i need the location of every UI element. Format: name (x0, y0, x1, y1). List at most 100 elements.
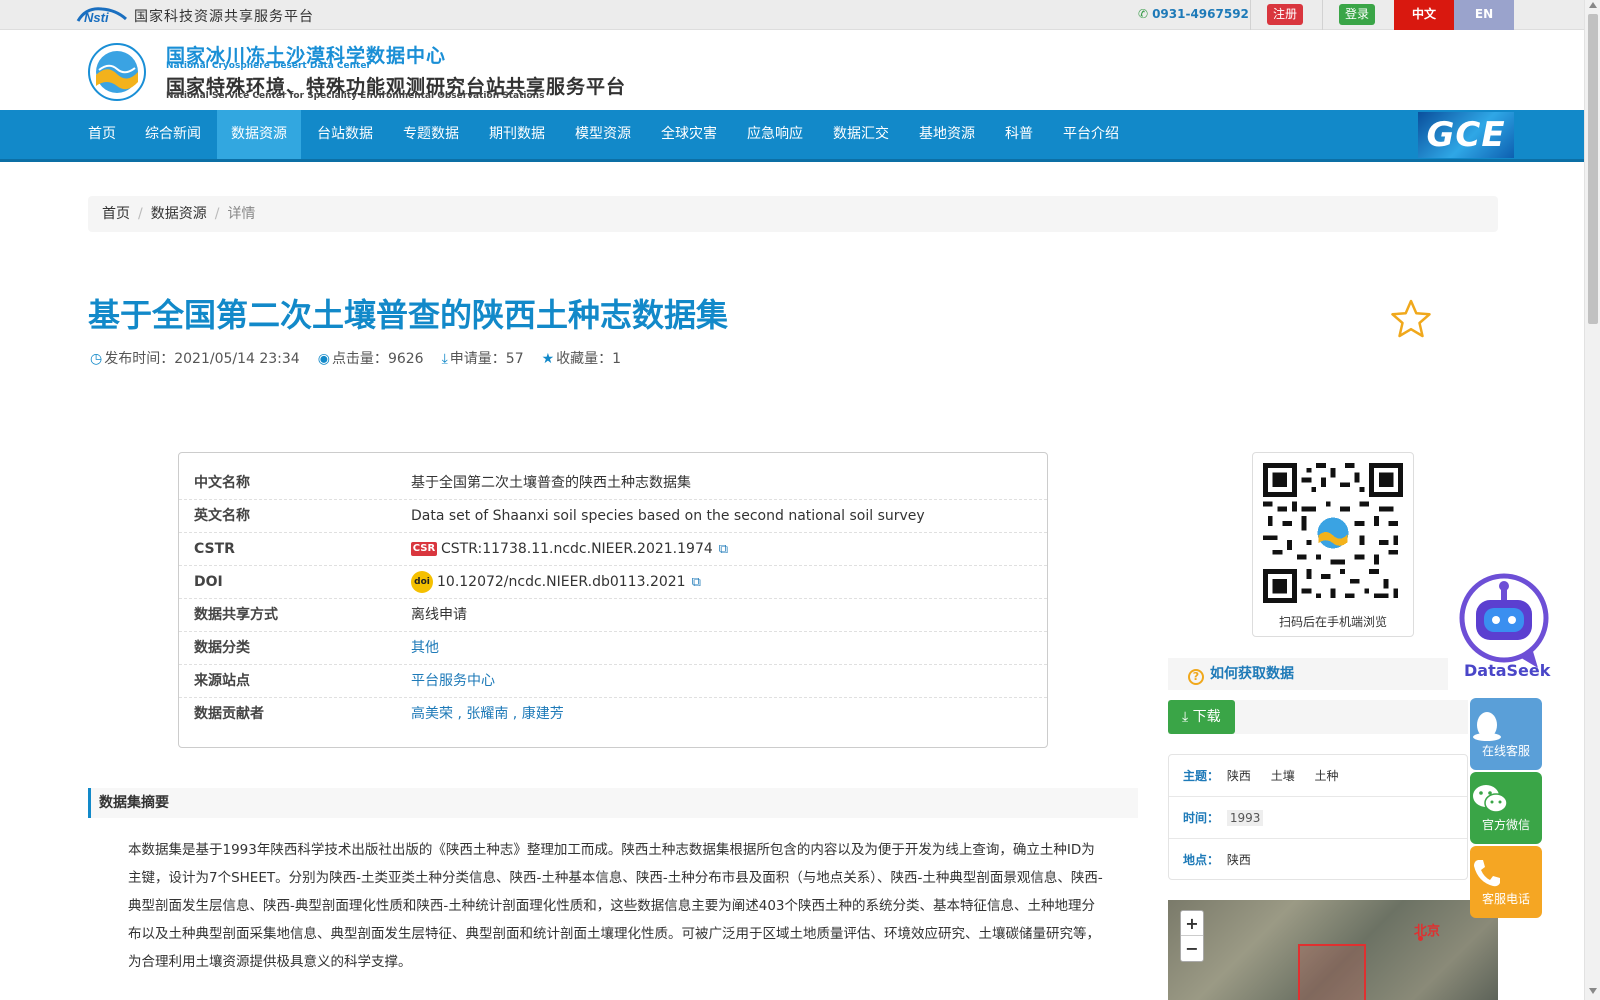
how-to-label: 如何获取数据 (1210, 666, 1294, 682)
view-count: ◉ 点击量：9626 (317, 351, 424, 367)
breadcrumb-separator: / (214, 206, 220, 222)
star-icon: ★ (541, 351, 555, 367)
scroll-down-arrow-icon[interactable] (1589, 988, 1597, 994)
qr-caption: 扫码后在手机端浏览 (1278, 615, 1387, 629)
doi-link[interactable]: 10.12072/ncdc.NIEER.db0113.2021 (437, 574, 686, 590)
info-value: CSR CSTR:11738.11.ncdc.NIEER.2021.1974 ⧉ (411, 533, 728, 566)
tag-row-time: 时间： 1993 (1169, 797, 1467, 839)
summary-text: 本数据集是基于1993年陕西科学技术出版社出版的《陕西土种志》整理加工而成。陕西… (128, 842, 1103, 970)
gce-logo[interactable]: GCE (1418, 112, 1514, 158)
how-to-get-data-link[interactable]: ? 如何获取数据 (1168, 658, 1448, 690)
tag-key: 主题： (1183, 769, 1220, 783)
clock-icon: ◷ (90, 351, 103, 367)
info-row-cn-name: 中文名称 基于全国第二次土壤普查的陕西土种志数据集 (179, 467, 1047, 500)
theme-tag[interactable]: 土壤 (1271, 769, 1295, 783)
scroll-up-arrow-icon[interactable] (1589, 2, 1597, 8)
doi-logo-icon: doi (411, 571, 433, 593)
breadcrumb: 首页 / 数据资源 / 详情 (88, 196, 1498, 232)
wechat-button[interactable]: 官方微信 (1470, 772, 1542, 844)
publish-time: ◷ 发布时间：2021/05/14 23:34 (90, 351, 300, 367)
info-key: 英文名称 (194, 508, 250, 524)
nav-item-journal-data[interactable]: 期刊数据 (475, 110, 559, 159)
nav-item-data-submission[interactable]: 数据汇交 (819, 110, 903, 159)
contributors-link[interactable]: 高美荣 , 张耀南 , 康建芳 (411, 698, 564, 731)
svg-text:Nsti: Nsti (84, 10, 109, 25)
info-key: 数据分类 (194, 640, 250, 656)
login-button[interactable]: 登录 (1339, 4, 1376, 25)
wechat-label: 官方微信 (1481, 818, 1530, 832)
online-service-button[interactable]: 在线客服 (1470, 698, 1542, 770)
download-label: 下载 (1192, 709, 1221, 725)
info-key: 数据共享方式 (194, 607, 278, 623)
nav-item-station-data[interactable]: 台站数据 (303, 110, 387, 159)
request-count: ⤓ 申请量：57 (441, 351, 524, 367)
info-row-contributors: 数据贡献者 高美荣 , 张耀南 , 康建芳 (179, 698, 1047, 731)
category-link[interactable]: 其他 (411, 632, 439, 665)
zoom-out-button[interactable]: − (1181, 936, 1203, 961)
phone-icon: ✆ (1138, 7, 1149, 21)
theme-tag[interactable]: 土种 (1315, 769, 1339, 783)
nav-item-data-resources[interactable]: 数据资源 (217, 110, 301, 159)
phone-service-label: 客服电话 (1481, 892, 1530, 906)
wechat-icon (1473, 785, 1508, 813)
favorite-star-icon[interactable] (1390, 298, 1432, 340)
nav-item-emergency[interactable]: 应急响应 (733, 110, 817, 159)
theme-tag[interactable]: 陕西 (1227, 769, 1251, 783)
brand-title-en: National Cryosphere Desert Data Center (166, 61, 371, 71)
register-button[interactable]: 注册 (1267, 4, 1304, 25)
nsti-logo-icon[interactable]: Nsti (76, 5, 128, 25)
summary-heading: 数据集摘要 (88, 788, 1138, 818)
info-value: Data set of Shaanxi soil species based o… (411, 508, 925, 524)
tag-row-place: 地点： 陕西 (1169, 839, 1467, 881)
phone-handset-icon (1474, 860, 1500, 887)
info-key: DOI (194, 574, 223, 590)
info-row-share-mode: 数据共享方式 离线申请 (179, 599, 1047, 632)
lang-zh-button[interactable]: 中文 (1394, 0, 1454, 30)
data-center-logo-icon[interactable] (87, 42, 147, 102)
download-button[interactable]: ⤓ 下载 (1168, 700, 1235, 734)
nav-item-science[interactable]: 科普 (991, 110, 1047, 159)
dataseek-label[interactable]: DataSeek (1464, 661, 1550, 680)
favorite-count: ★ 收藏量：1 (541, 351, 622, 367)
breadcrumb-separator: / (138, 206, 143, 222)
info-row-en-name: 英文名称 Data set of Shaanxi soil species ba… (179, 500, 1047, 533)
cstr-logo-icon: CSR (411, 542, 437, 556)
cstr-link[interactable]: CSTR:11738.11.ncdc.NIEER.2021.1974 (441, 541, 713, 557)
online-service-label: 在线客服 (1481, 744, 1530, 758)
scroll-thumb[interactable] (1588, 14, 1598, 324)
page-title: 基于全国第二次土壤普查的陕西土种志数据集 (88, 296, 729, 334)
nav-item-thematic-data[interactable]: 专题数据 (389, 110, 473, 159)
info-key: 来源站点 (194, 673, 250, 689)
question-icon: ? (1188, 669, 1204, 685)
lang-en-button[interactable]: EN (1454, 0, 1514, 30)
phone-service-button[interactable]: 客服电话 (1470, 846, 1542, 918)
nav-item-home[interactable]: 首页 (74, 110, 130, 159)
info-row-station: 来源站点 平台服务中心 (179, 665, 1047, 698)
nav-item-base-resources[interactable]: 基地资源 (905, 110, 989, 159)
nav-item-news[interactable]: 综合新闻 (131, 110, 215, 159)
brand-subtitle-en: National Service Center for Speciality E… (166, 91, 545, 101)
external-link-icon[interactable]: ⧉ (692, 575, 701, 590)
place-tag[interactable]: 陕西 (1227, 853, 1251, 867)
station-link[interactable]: 平台服务中心 (411, 665, 495, 698)
tag-row-theme: 主题： 陕西 土壤 土种 (1169, 755, 1467, 797)
breadcrumb-current: 详情 (227, 206, 256, 222)
external-link-icon[interactable]: ⧉ (719, 542, 728, 557)
nav-item-about[interactable]: 平台介绍 (1049, 110, 1133, 159)
nav-item-model-resources[interactable]: 模型资源 (561, 110, 645, 159)
nav-item-global-disasters[interactable]: 全球灾害 (647, 110, 731, 159)
info-row-doi: DOI doi 10.12072/ncdc.NIEER.db0113.2021 ⧉ (179, 566, 1047, 599)
map-zoom-control: + − (1180, 910, 1204, 962)
service-phone: ✆ 0931-4967592 (1138, 7, 1249, 21)
tag-key: 地点： (1183, 853, 1220, 867)
breadcrumb-home[interactable]: 首页 (102, 206, 130, 222)
info-key: CSTR (194, 541, 235, 557)
breadcrumb-data-resources[interactable]: 数据资源 (151, 206, 207, 222)
zoom-in-button[interactable]: + (1181, 911, 1203, 936)
coverage-map[interactable]: + − 北京 (1168, 900, 1498, 1000)
page-scrollbar[interactable] (1584, 0, 1600, 1000)
main-nav: 首页 综合新闻 数据资源 台站数据 专题数据 期刊数据 模型资源 全球灾害 应急… (0, 110, 1584, 162)
divider (1322, 0, 1323, 30)
qq-penguin-icon (1473, 712, 1501, 741)
platform-name[interactable]: 国家科技资源共享服务平台 (134, 6, 314, 26)
